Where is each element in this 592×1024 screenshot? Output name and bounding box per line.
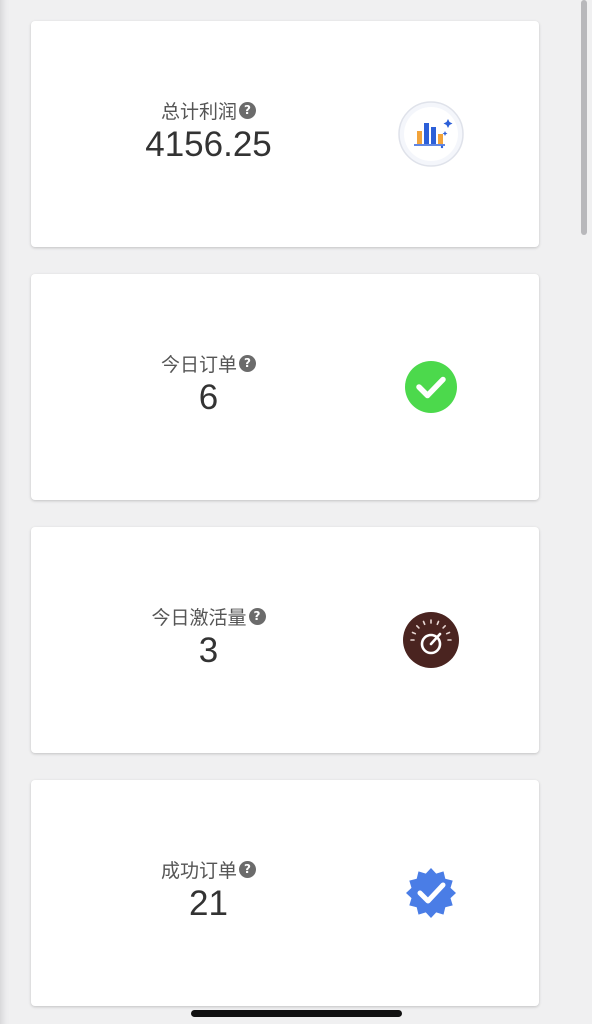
stat-label: 总计利润 <box>160 100 237 123</box>
stat-card-text: 成功订单 ? 21 <box>31 856 386 924</box>
stat-card-successful-orders[interactable]: 成功订单 ? 21 <box>31 780 539 1006</box>
scrollbar-thumb[interactable] <box>581 0 587 235</box>
stat-label-row: 今日订单 ? <box>161 350 256 376</box>
stat-value: 4156.25 <box>145 125 272 164</box>
stat-label: 成功订单 <box>160 859 237 882</box>
stat-card-today-activations[interactable]: 今日激活量 ? 3 <box>31 527 539 753</box>
help-icon[interactable]: ? <box>239 101 256 119</box>
stat-label-row: 成功订单 ? <box>161 856 256 882</box>
help-icon[interactable]: ? <box>239 860 256 878</box>
check-circle-icon <box>405 361 457 413</box>
stat-label-row: 今日激活量 ? <box>151 603 266 629</box>
help-icon[interactable]: ? <box>239 354 256 372</box>
stat-label: 今日激活量 <box>151 606 247 629</box>
stat-card-total-profit[interactable]: 总计利润 ? 4156.25 <box>31 21 539 247</box>
stat-card-text: 今日订单 ? 6 <box>31 350 386 418</box>
help-icon[interactable]: ? <box>248 607 266 625</box>
stat-value: 21 <box>189 884 228 923</box>
stat-card-text: 今日激活量 ? 3 <box>31 603 386 671</box>
stat-value: 6 <box>198 378 219 417</box>
stat-label-row: 总计利润 ? <box>161 97 256 123</box>
stat-card-text: 总计利润 ? 4156.25 <box>31 97 386 165</box>
stat-value: 3 <box>198 631 219 670</box>
bar-chart-icon <box>398 101 464 167</box>
home-indicator[interactable] <box>191 1010 402 1017</box>
verified-badge-icon <box>406 868 456 918</box>
stat-card-today-orders[interactable]: 今日订单 ? 6 <box>31 274 539 500</box>
stat-label: 今日订单 <box>160 353 237 376</box>
speedometer-icon <box>403 612 459 668</box>
left-edge-shadow <box>0 0 10 1024</box>
